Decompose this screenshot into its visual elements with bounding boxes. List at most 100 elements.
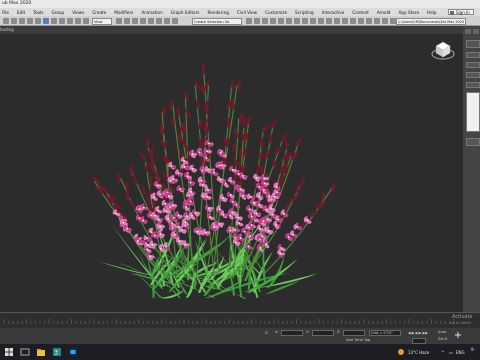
3dsmax-window: ub Max 2020 File Edit Tools Group Views … <box>0 0 480 360</box>
render-in-cloud-icon[interactable] <box>326 18 332 24</box>
activation-watermark-sub: Go to Settin <box>450 321 471 325</box>
undo-icon[interactable] <box>3 18 9 24</box>
named-selection-select[interactable]: Create Selection Se <box>192 17 242 25</box>
photoshop-icon[interactable] <box>68 347 78 357</box>
menu-rendering[interactable]: Rendering <box>208 10 229 15</box>
clock-text[interactable]: 9: <box>471 347 475 352</box>
move-icon[interactable] <box>75 18 81 24</box>
menu-arnold[interactable]: Arnold <box>377 10 391 15</box>
menu-file[interactable]: File <box>2 10 9 15</box>
render-production-icon[interactable] <box>318 18 324 24</box>
bind-space-warp-icon[interactable] <box>35 18 41 24</box>
user-icon <box>450 11 454 15</box>
menu-content[interactable]: Content <box>352 10 369 15</box>
percent-snap-icon[interactable] <box>156 18 162 24</box>
windows-taskbar: 3 13°C Haze ^ ▭ ENG 9: <box>0 344 480 360</box>
menu-customize[interactable]: Customize <box>265 10 287 15</box>
menu-app-store[interactable]: App Store <box>398 10 419 15</box>
modify-tab-icon[interactable] <box>473 29 479 34</box>
tray-chevron-icon[interactable]: ^ <box>441 350 444 355</box>
menu-animation[interactable]: Animation <box>141 10 162 15</box>
stack-controls[interactable] <box>466 138 480 146</box>
task-view-icon[interactable] <box>20 347 30 357</box>
schematic-view-icon[interactable] <box>286 18 292 24</box>
network-icon[interactable]: ▭ <box>449 350 453 355</box>
project-path-field[interactable]: C:\Users\VM\Documents\3ds Max 2020 <box>396 17 466 25</box>
layout-icon[interactable] <box>358 18 364 24</box>
toggle-ribbon-icon[interactable] <box>270 18 276 24</box>
3dsmax-taskbar-icon[interactable]: 3 <box>52 347 62 357</box>
redo-icon[interactable] <box>11 18 17 24</box>
modifier-stack-item[interactable] <box>466 82 480 88</box>
windows-start-icon[interactable] <box>4 347 14 357</box>
project-folder-icon[interactable] <box>342 18 348 24</box>
sign-in-label: Sign In <box>456 10 470 15</box>
window-crossing-icon[interactable] <box>67 18 73 24</box>
window-title: ub Max 2020 <box>2 1 32 6</box>
set-key-button[interactable]: Set K <box>438 337 447 341</box>
menu-modifiers[interactable]: Modifiers <box>114 10 133 15</box>
rectangle-selection-icon[interactable] <box>59 18 65 24</box>
toggle-layer-explorer-icon[interactable] <box>262 18 268 24</box>
menu-scripting[interactable]: Scripting <box>295 10 314 15</box>
add-icon[interactable]: + <box>453 331 463 341</box>
link-icon[interactable] <box>19 18 25 24</box>
viewport-label[interactable]: hading <box>0 27 14 32</box>
modifier-list-select[interactable] <box>466 52 480 58</box>
menu-group[interactable]: Group <box>51 10 64 15</box>
edit-named-selection-icon[interactable] <box>172 18 178 24</box>
align-icon[interactable] <box>254 18 260 24</box>
perspective-viewport[interactable] <box>0 34 463 312</box>
spinner-snap-icon[interactable] <box>164 18 170 24</box>
keyboard-shortcut-icon[interactable] <box>132 18 138 24</box>
menu-help[interactable]: Help <box>427 10 437 15</box>
viewcube-icon[interactable] <box>430 38 456 64</box>
activation-watermark: Activate <box>452 314 473 320</box>
menu-views[interactable]: Views <box>72 10 84 15</box>
menu-civil-view[interactable]: Civil View <box>237 10 257 15</box>
modifier-stack-list[interactable] <box>466 92 480 132</box>
pivot-icon[interactable] <box>116 18 122 24</box>
modifier-stack-item[interactable] <box>466 62 480 68</box>
folder-icon[interactable] <box>382 18 388 24</box>
rendered-frame-window-icon[interactable] <box>310 18 316 24</box>
select-by-name-icon[interactable] <box>51 18 57 24</box>
object-name-field[interactable] <box>466 40 480 48</box>
select-object-icon[interactable] <box>43 18 49 24</box>
input-language[interactable]: ENG <box>456 350 465 355</box>
project-path-icon[interactable] <box>374 18 380 24</box>
curve-editor-icon[interactable] <box>278 18 284 24</box>
reference-coordinate-select[interactable]: View <box>92 17 112 25</box>
menu-bar: File Edit Tools Group Views Create Modif… <box>0 8 480 16</box>
menu-interactive[interactable]: Interactive <box>322 10 345 15</box>
grid-spacing-field: Grid = 0'10" <box>369 330 401 336</box>
menu-tools[interactable]: Tools <box>33 10 43 15</box>
menu-graph-editors[interactable]: Graph Editors <box>171 10 200 15</box>
timeline-ruler[interactable] <box>0 319 463 324</box>
workspace-icon[interactable] <box>350 18 356 24</box>
coordinate-z-field[interactable] <box>343 330 365 336</box>
create-tab-icon[interactable] <box>465 29 471 34</box>
menu-create[interactable]: Create <box>92 10 106 15</box>
add-time-tag-button[interactable]: Add Time Tag <box>346 338 370 342</box>
coordinate-y-field[interactable] <box>312 330 334 336</box>
a360-gallery-icon[interactable] <box>334 18 340 24</box>
render-setup-icon[interactable] <box>302 18 308 24</box>
select-manipulate-icon[interactable] <box>124 18 130 24</box>
modifier-stack-item[interactable] <box>466 72 480 78</box>
material-editor-icon[interactable] <box>294 18 300 24</box>
snaps-toggle-icon[interactable] <box>140 18 146 24</box>
lock-icon[interactable]: ⊡ <box>265 331 268 335</box>
mirror-icon[interactable] <box>246 18 252 24</box>
unlink-icon[interactable] <box>27 18 33 24</box>
angle-snap-icon[interactable] <box>148 18 154 24</box>
file-explorer-icon[interactable] <box>36 347 46 357</box>
sign-in-button[interactable]: Sign In <box>448 9 474 15</box>
auto-key-button[interactable]: Auto <box>438 330 446 334</box>
playback-controls[interactable]: ◀◀ ◀ ▶ ▶▶ <box>408 331 428 335</box>
menu-edit[interactable]: Edit <box>17 10 25 15</box>
rotate-icon[interactable] <box>83 18 89 24</box>
coordinate-x-field[interactable] <box>281 330 303 336</box>
command-panel <box>463 26 480 312</box>
scene-explorer-icon[interactable] <box>366 18 372 24</box>
